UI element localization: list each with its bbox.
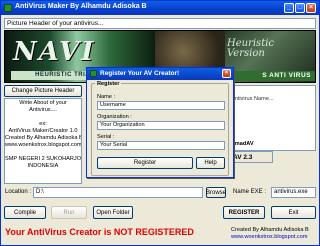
- open-folder-button[interactable]: Open Folder: [93, 206, 133, 219]
- credit-author: Created By Alhamdu Adisoka B: [231, 227, 309, 233]
- dialog-app-icon: [90, 70, 97, 77]
- about-line: Write About of your: [19, 100, 67, 106]
- name-input[interactable]: Username: [97, 101, 225, 110]
- header-text-field[interactable]: Picture Header of your antivirus...: [4, 18, 316, 29]
- about-line: ex:: [39, 121, 47, 127]
- organization-label: Organization :: [97, 114, 132, 120]
- register-button[interactable]: REGISTER: [223, 206, 265, 219]
- app-icon: [4, 4, 12, 12]
- minimize-button[interactable]: _: [284, 3, 294, 13]
- about-textarea[interactable]: Write About of your Antivirus.... ex: An…: [4, 98, 82, 184]
- name-exe-input[interactable]: antivirus.exe: [271, 187, 316, 198]
- about-line: INDONESIA: [27, 163, 59, 169]
- smad-text: SmadAV: [231, 141, 254, 147]
- location-label: Location :: [5, 189, 32, 195]
- close-button[interactable]: ×: [306, 3, 316, 13]
- serial-input[interactable]: Your Serial: [97, 141, 225, 150]
- banner-right-title: Heuristic Version: [227, 39, 274, 59]
- title-bar[interactable]: AntiVirus Maker By Alhamdu Adisoka B _ □…: [1, 1, 319, 15]
- about-line: Created By Alhamdu Adisoka B: [5, 135, 82, 141]
- dialog-close-button[interactable]: ×: [222, 69, 231, 78]
- credit-text: Created By Alhamdu Adisoka B www.woenkst…: [231, 227, 309, 241]
- about-line: SMP NEGERI 2 SUKOHARJO: [5, 156, 82, 162]
- register-dialog-title-bar[interactable]: Register Your AV Creator! ×: [87, 68, 233, 80]
- run-button[interactable]: Run: [51, 206, 87, 219]
- main-window: AntiVirus Maker By Alhamdu Adisoka B _ □…: [0, 0, 320, 246]
- banner-right-strip: S ANTI VIRUS: [225, 71, 315, 81]
- banner-right-title-line2: Version: [227, 48, 265, 59]
- location-input[interactable]: D:\: [33, 187, 203, 198]
- window-title: AntiVirus Maker By Alhamdu Adisoka B: [15, 3, 147, 10]
- exit-button[interactable]: Exit: [271, 206, 316, 219]
- maximize-button[interactable]: □: [295, 3, 305, 13]
- version-text: AV 2.3: [233, 154, 253, 161]
- banner-logo: NAVI: [13, 37, 96, 67]
- about-line: AntiVirus Maker/Creator 1.0: [8, 128, 78, 134]
- browse-button[interactable]: Browse: [206, 187, 226, 198]
- registration-status: Your AntiVirus Creator is NOT REGISTERED: [5, 227, 194, 237]
- organization-input[interactable]: Your Organization: [97, 121, 225, 130]
- register-dialog-title: Register Your AV Creator!: [100, 70, 180, 77]
- compile-button[interactable]: Compile: [4, 206, 46, 219]
- about-line: [5, 149, 81, 156]
- serial-label: Serial :: [97, 134, 115, 140]
- register-dialog: Register Your AV Creator! × Register Nam…: [86, 67, 234, 178]
- name-label: Name :: [97, 94, 116, 100]
- credit-website-link[interactable]: www.woenkstrox.blogspot.com: [231, 234, 309, 241]
- register-group-title: Register: [95, 81, 122, 87]
- dialog-help-button[interactable]: Help: [196, 157, 225, 169]
- antivirus-name-placeholder: Antivirus Name...: [231, 96, 274, 102]
- dialog-register-button[interactable]: Register: [97, 157, 193, 169]
- about-line: www.woenkstrox.blogspot.com: [5, 142, 82, 148]
- name-exe-label: Name EXE :: [233, 189, 267, 195]
- about-line: Antivirus....: [29, 107, 57, 113]
- change-picture-header-button[interactable]: Change Picture Header: [4, 85, 82, 97]
- about-line: [5, 114, 81, 121]
